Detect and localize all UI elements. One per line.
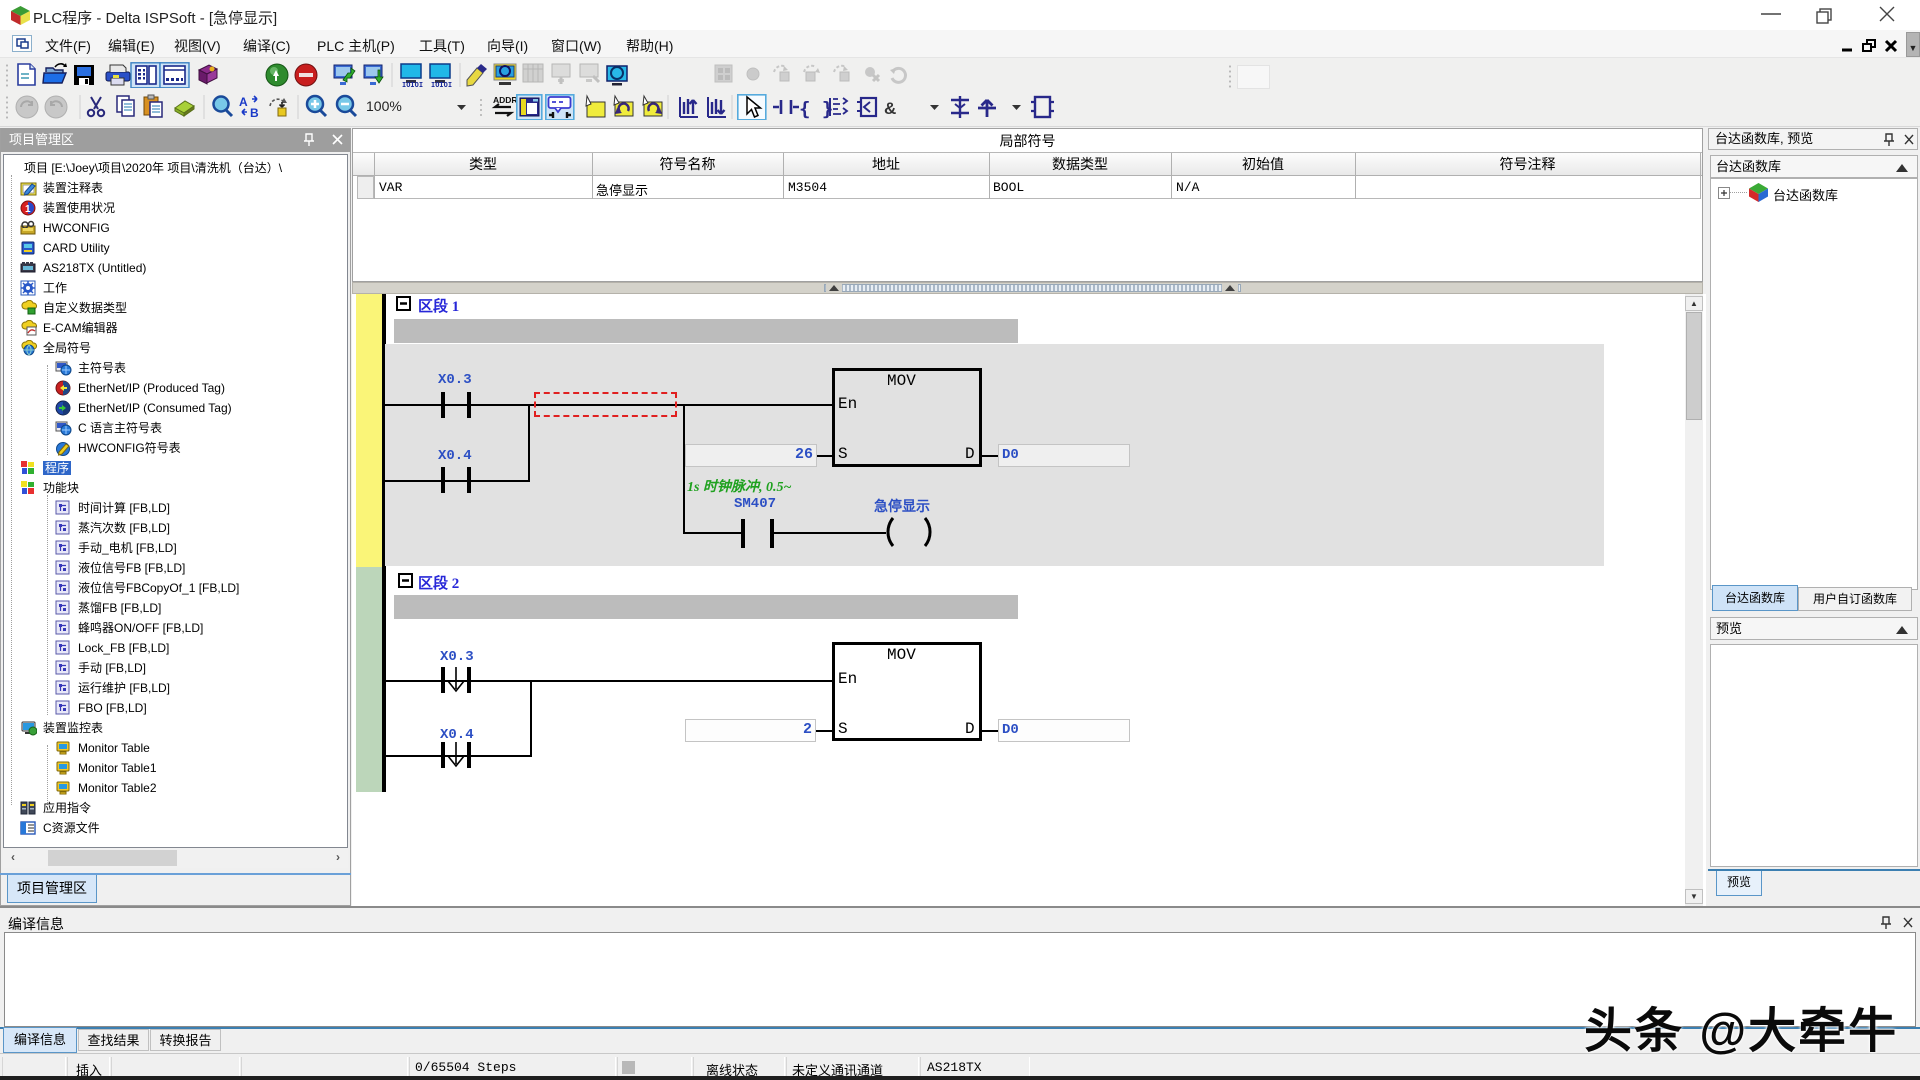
svg-text:ADDR: ADDR [493,95,518,105]
svg-text:100%: 100% [366,98,402,114]
svg-text:B: B [250,106,259,120]
svg-text:A: A [239,95,248,109]
svg-text:IOIOI: IOIOI [402,81,423,88]
svg-text:IOIOI: IOIOI [431,81,452,88]
svg-text:1: 1 [25,204,31,215]
svg-text:{ }: { } [799,98,833,120]
svg-text:&: & [884,99,896,118]
